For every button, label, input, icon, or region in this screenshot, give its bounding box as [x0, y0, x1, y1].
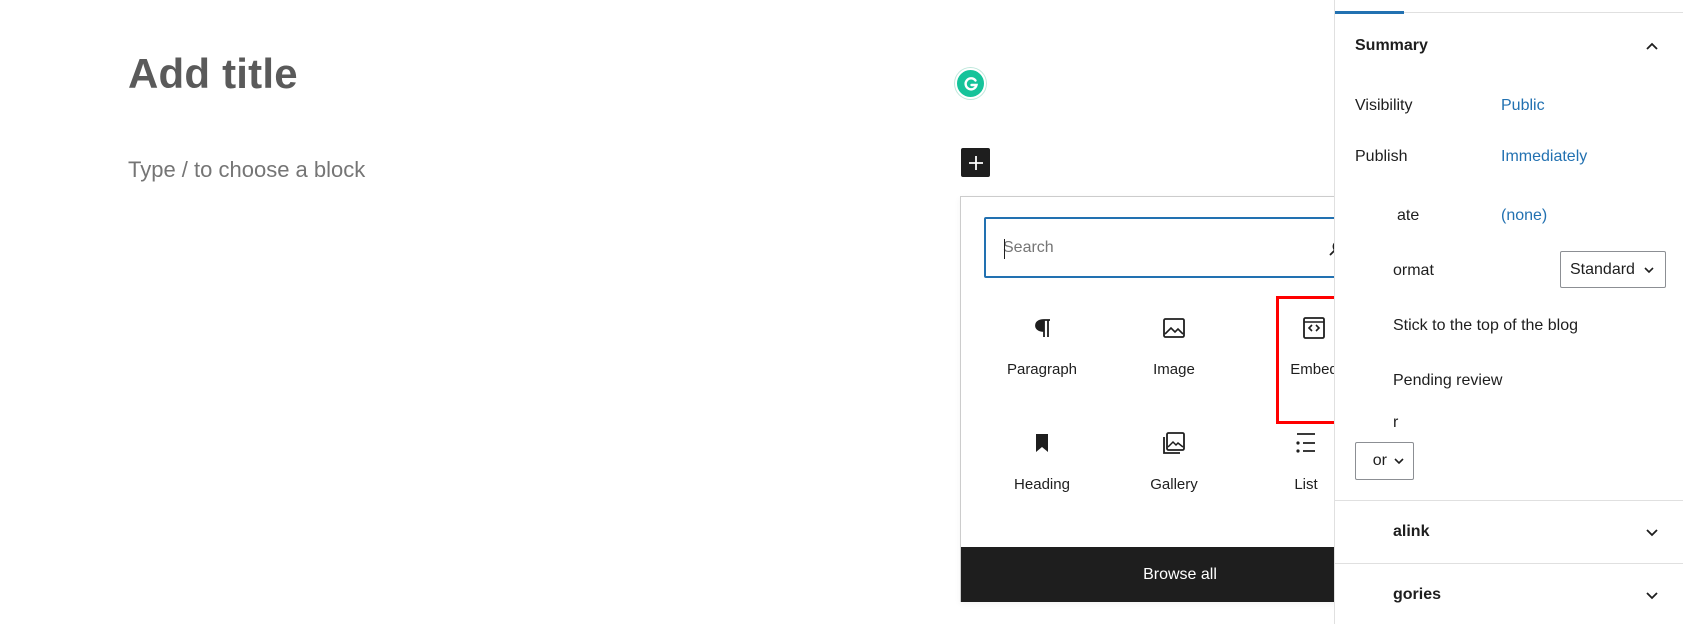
chevron-down-icon: [1646, 592, 1658, 600]
chevron-down-icon: [1646, 529, 1658, 537]
permalink-panel-toggle[interactable]: alink: [1335, 512, 1683, 552]
publish-label: Publish: [1355, 148, 1408, 165]
post-format-select[interactable]: Standard: [1560, 251, 1666, 288]
add-block-button[interactable]: [961, 148, 990, 177]
bookmark-icon: [1029, 430, 1055, 456]
chevron-down-icon: [1644, 266, 1654, 273]
plus-icon: [968, 155, 983, 170]
settings-sidebar: Summary Visibility Public Publish Immedi…: [1334, 0, 1683, 624]
pending-review-checkbox-label[interactable]: Pending review: [1393, 372, 1502, 390]
block-search-field[interactable]: [984, 217, 1378, 278]
panel-divider: [1335, 500, 1683, 501]
chevron-down-icon: [1394, 458, 1404, 465]
panel-divider: [1335, 563, 1683, 564]
text-caret: [1004, 239, 1005, 259]
summary-title: Summary: [1355, 37, 1428, 54]
block-search-input[interactable]: [1003, 238, 1303, 257]
block-label: Paragraph: [1006, 361, 1078, 378]
list-icon: [1293, 430, 1319, 456]
publish-value-button[interactable]: Immediately: [1501, 148, 1587, 166]
author-select[interactable]: or: [1355, 442, 1414, 480]
grammarly-icon[interactable]: [955, 68, 986, 99]
active-tab-indicator: [1335, 11, 1404, 14]
categories-panel-toggle[interactable]: gories: [1335, 575, 1683, 615]
template-label: ate: [1397, 207, 1420, 224]
author-value: or: [1372, 452, 1387, 469]
chevron-up-icon: [1646, 42, 1658, 50]
post-title-input[interactable]: Add title: [128, 50, 298, 98]
template-value-button[interactable]: (none): [1501, 207, 1547, 225]
block-label: Gallery: [1150, 476, 1198, 493]
visibility-label: Visibility: [1355, 97, 1413, 114]
block-label: Heading: [1014, 476, 1070, 493]
block-item-heading[interactable]: Heading: [983, 410, 1101, 510]
author-label: r: [1393, 414, 1399, 431]
grammarly-g-glyph: [963, 76, 978, 91]
block-label: Image: [1153, 361, 1195, 378]
post-format-label: ormat: [1393, 262, 1434, 279]
paragraph-icon: [1029, 315, 1055, 341]
block-item-paragraph[interactable]: Paragraph: [983, 295, 1101, 395]
image-icon: [1161, 315, 1187, 341]
gallery-icon: [1161, 430, 1187, 456]
permalink-title: alink: [1393, 523, 1430, 540]
block-item-gallery[interactable]: Gallery: [1115, 410, 1233, 510]
summary-panel-toggle[interactable]: Summary: [1335, 26, 1683, 66]
block-inserter-popover: Paragraph Image Embed Heading Gallery: [960, 196, 1399, 602]
editor-canvas: Add title Type / to choose a block Parag…: [0, 0, 1399, 624]
block-label: List: [1294, 476, 1318, 493]
block-placeholder[interactable]: Type / to choose a block: [128, 157, 365, 183]
visibility-value-button[interactable]: Public: [1501, 97, 1545, 115]
post-format-value: Standard: [1570, 260, 1635, 278]
block-item-image[interactable]: Image: [1115, 295, 1233, 395]
sticky-checkbox-label[interactable]: Stick to the top of the blog: [1393, 317, 1578, 335]
categories-title: gories: [1393, 586, 1442, 603]
